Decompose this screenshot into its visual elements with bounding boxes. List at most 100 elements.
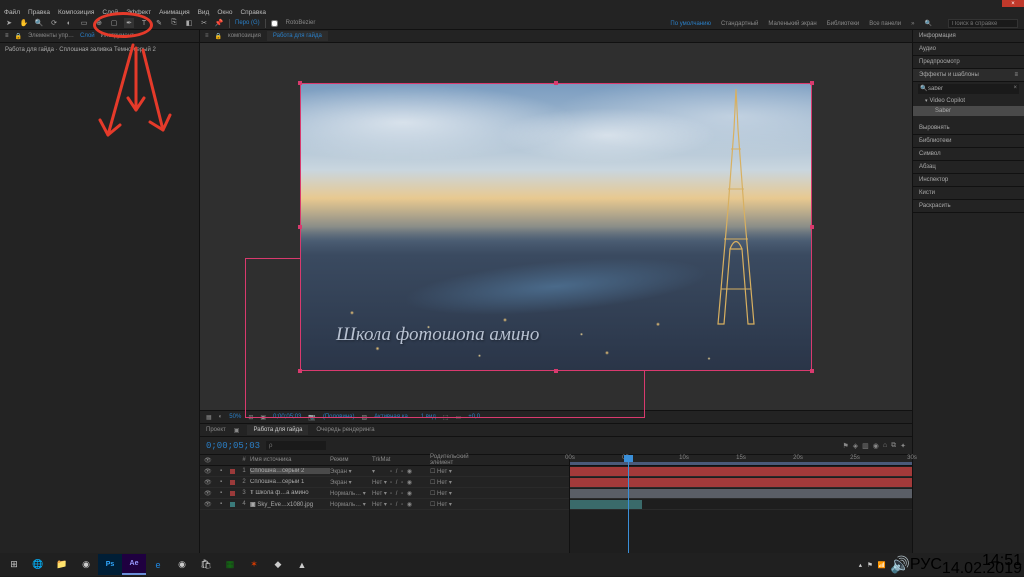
lock-toggle-icon[interactable]: ▪ [220,501,230,507]
work-area-bar[interactable] [570,462,912,465]
viewer-resolution[interactable]: (Половина) [323,414,355,420]
viewer-grid-icon[interactable]: ▦ [206,414,212,421]
viewer-pixel-icon[interactable]: ▭ [456,414,462,421]
menu-window[interactable]: Окно [217,9,232,16]
panel-paragraph[interactable]: Абзац [913,161,1024,174]
layer-parent[interactable]: ☐ Нет ▾ [430,490,490,497]
composition-canvas[interactable]: Школа фотошопа амино [300,83,812,371]
tl-graph-icon[interactable]: ⌂ [883,442,887,450]
panel-preview[interactable]: Предпросмотр [913,56,1024,69]
col-source[interactable]: Имя источника [250,457,330,463]
tab-layer[interactable]: Слой [80,33,95,39]
layer-parent[interactable]: ☐ Нет ▾ [430,501,490,508]
layer-bar-3[interactable] [570,489,912,498]
taskbar-chrome-icon[interactable]: ◉ [170,554,194,575]
layer-blend-mode[interactable]: Экран ▾ [330,479,372,486]
panel-audio[interactable]: Аудио [913,43,1024,56]
tl-shy-icon[interactable]: ⚑ [842,442,848,450]
panel-paint[interactable]: Раскрасить [913,200,1024,213]
viewer-guides-icon[interactable]: ⊞ [248,414,253,421]
tray-network-icon[interactable]: 📶 [878,561,886,569]
canvas-text-layer[interactable]: Школа фотошопа амино [336,324,539,346]
viewer-views[interactable]: 1 вид [421,414,436,420]
layer-color-swatch[interactable] [230,469,235,474]
col-parent[interactable]: Родительский элемент [430,454,490,466]
layer-trkmat[interactable]: ▾ [372,468,390,475]
viewer-snapshot-icon[interactable]: 📷 [308,414,315,421]
timeline-layer-row[interactable]: 👁▪1Сплошна…серый 2Экран ▾ ▾▫ / ▫ ◉☐ Нет … [200,466,569,477]
visibility-toggle-icon[interactable]: 👁 [204,501,220,508]
tab-tool[interactable]: Инструмент [101,33,134,39]
panel-menu-icon[interactable]: ≡ [1014,72,1018,78]
lock-toggle-icon[interactable]: ▪ [220,468,230,474]
tab-timeline-comp[interactable]: Работа для гайда [247,425,308,435]
panel-character[interactable]: Символ [913,148,1024,161]
layer-blend-mode[interactable]: Нормаль… ▾ [330,501,372,508]
shape-rect-tool-icon[interactable]: ▢ [109,18,119,28]
layer-parent[interactable]: ☐ Нет ▾ [430,479,490,486]
taskbar-store-icon[interactable]: 🛍 [194,554,218,575]
tl-brainstorm-icon[interactable]: ✦ [900,442,906,450]
menu-layer[interactable]: Слой [102,9,118,16]
workspace-libraries[interactable]: Библиотеки [827,21,860,27]
panel-libraries[interactable]: Библиотеки [913,135,1024,148]
zoom-tool-icon[interactable]: 🔍 [34,18,44,28]
viewer-3d-icon[interactable]: ⬚ [443,414,449,421]
layer-color-swatch[interactable] [230,502,235,507]
menu-file[interactable]: Файл [4,9,20,16]
lock-toggle-icon[interactable]: ▪ [220,490,230,496]
taskbar-explorer-icon[interactable]: 📁 [50,554,74,575]
layer-parent[interactable]: ☐ Нет ▾ [430,468,490,475]
layer-bar-2[interactable] [570,478,912,487]
viewer-safe-icon[interactable]: ▣ [260,414,266,421]
hand-tool-icon[interactable]: ✋ [19,18,29,28]
workspace-default[interactable]: По умолчанию [670,21,711,27]
layer-name[interactable]: T Школа ф…а амино [250,490,330,496]
taskbar-edge-icon[interactable]: e [146,554,170,575]
brush-tool-icon[interactable]: ✎ [154,18,164,28]
panel-info[interactable]: Информация [913,30,1024,43]
lock-toggle-icon[interactable]: ▪ [220,479,230,485]
timeline-search-input[interactable] [266,441,326,450]
orbit-tool-icon[interactable]: ⟳ [49,18,59,28]
layer-name[interactable]: Сплошна…серый 1 [250,479,330,485]
tl-draft3d-icon[interactable]: ◈ [853,442,858,450]
comp-menu-icon[interactable]: ≡ [205,33,209,39]
tray-clock[interactable]: 14:51 14.02.2019 [942,557,1022,573]
effects-group-videocopilot[interactable]: Video Copilot [913,96,1024,106]
clone-tool-icon[interactable]: ⎘ [169,18,179,28]
viewer-exposure[interactable]: +0,0 [468,414,480,420]
layer-color-swatch[interactable] [230,480,235,485]
viewer-mask-icon[interactable]: ◐ [219,414,223,420]
timeline-layer-row[interactable]: 👁▪4▣ Sky_Eve…x1080.jpgНормаль… ▾Нет ▾▫ /… [200,499,569,510]
tray-lang[interactable]: РУС [910,556,942,574]
layer-bar-4[interactable] [570,500,642,509]
visibility-toggle-icon[interactable]: 👁 [204,490,220,497]
comp-tab-active[interactable]: Работа для гайда [267,31,328,41]
layer-switches[interactable]: ▫ / ▫ ◉ [390,479,430,486]
timeline-layer-row[interactable]: 👁▪3T Школа ф…а аминоНормаль… ▾Нет ▾▫ / ▫… [200,488,569,499]
taskbar-steam-icon[interactable]: ◉ [74,554,98,575]
layer-name[interactable]: ▣ Sky_Eve…x1080.jpg [250,501,330,508]
panel-lock-icon[interactable]: 🔒 [15,33,22,40]
layer-trkmat[interactable]: Нет ▾ [372,490,390,497]
tray-chevron-icon[interactable]: ▴ [859,561,862,569]
tray-volume-icon[interactable]: 🔊 [890,555,910,575]
panel-inspector[interactable]: Инспектор [913,174,1024,187]
viewer-zoom[interactable]: 50% [229,414,241,420]
tab-controls[interactable]: Элементы упр… [28,33,74,39]
col-trkmat[interactable]: TrkMat [372,457,390,463]
panel-brushes[interactable]: Кисти [913,187,1024,200]
puppet-tool-icon[interactable]: 📌 [214,18,224,28]
layer-switches[interactable]: ▫ / ▫ ◉ [390,490,430,497]
layer-blend-mode[interactable]: Нормаль… ▾ [330,490,372,497]
tab-render-queue[interactable]: Очередь рендеринга [316,427,374,433]
menu-composition[interactable]: Композиция [58,9,94,16]
roto-tool-icon[interactable]: ✂ [199,18,209,28]
menu-animation[interactable]: Анимация [159,9,190,16]
menu-effect[interactable]: Эффект [126,9,151,16]
layer-trkmat[interactable]: Нет ▾ [372,479,390,486]
viewer-timecode[interactable]: 0;00;05;03 [273,414,301,420]
tl-frameblend-icon[interactable]: ▥ [862,442,869,450]
tray-flag-icon[interactable]: ⚑ [867,561,873,569]
